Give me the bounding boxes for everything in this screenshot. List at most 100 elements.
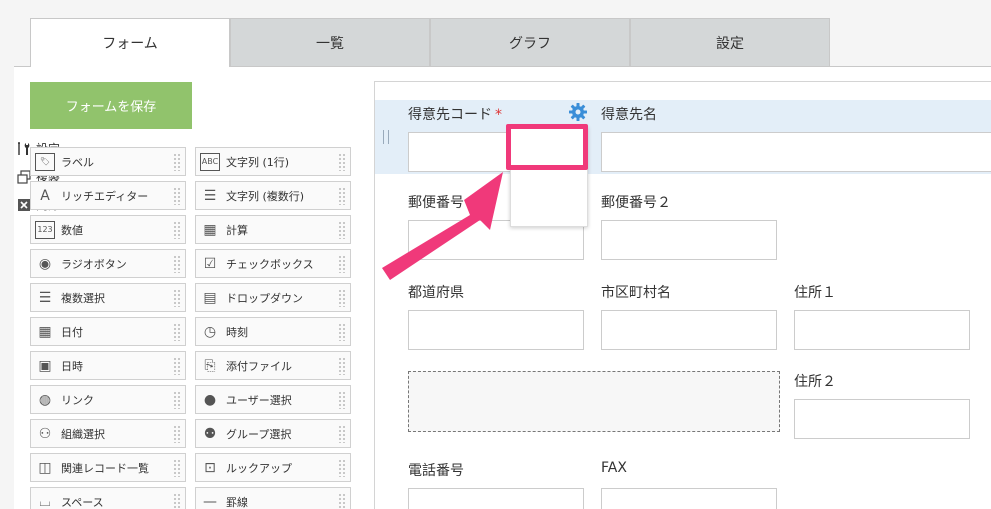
palette-item-clock[interactable]: ◷ 時刻 — [195, 317, 351, 346]
field-label-customer-name: 得意先名 — [601, 107, 657, 123]
drag-grip-icon[interactable] — [338, 391, 346, 409]
palette-item-calendar-clock[interactable]: ▣ 日時 — [30, 351, 186, 380]
palette-item-line[interactable]: — 罫線 — [195, 487, 351, 509]
field-label-postal1: 郵便番号 — [408, 195, 464, 211]
palette-item-radio[interactable]: ◉ ラジオボタン — [30, 249, 186, 278]
required-mark: * — [495, 107, 502, 123]
palette-item-label: ドロップダウン — [226, 291, 303, 305]
palette-item-dropdown[interactable]: ▤ ドロップダウン — [195, 283, 351, 312]
globe-icon: ◍ — [38, 391, 52, 408]
drag-grip-icon[interactable] — [338, 425, 346, 443]
field-label-prefecture: 都道府県 — [408, 285, 464, 301]
field-label-postal2: 郵便番号２ — [601, 195, 671, 211]
drag-grip-icon[interactable] — [173, 323, 181, 341]
palette-item-label: 関連レコード一覧 — [61, 461, 149, 475]
palette-item-label: 日時 — [61, 359, 83, 373]
palette-item-label: 複数選択 — [61, 291, 105, 305]
drag-grip-icon[interactable] — [173, 255, 181, 273]
palette-item-label: リンク — [61, 393, 94, 407]
drag-grip-icon[interactable] — [173, 221, 181, 239]
checkbox-icon: ☑ — [203, 255, 217, 272]
drag-grip-icon[interactable] — [338, 459, 346, 477]
palette-item-space[interactable]: ⌴ スペース — [30, 487, 186, 509]
palette-item-globe[interactable]: ◍ リンク — [30, 385, 186, 414]
text-single-icon: ABC — [200, 152, 220, 171]
calendar-icon: ▦ — [38, 323, 52, 340]
palette-item-label: 添付ファイル — [226, 359, 292, 373]
multi-select-icon: ☰ — [38, 289, 52, 306]
prefecture-input[interactable] — [408, 310, 584, 350]
drag-grip-icon[interactable] — [338, 357, 346, 375]
palette-item-user[interactable]: ● ユーザー選択 — [195, 385, 351, 414]
palette-item-label: リッチエディター — [61, 189, 149, 203]
drag-grip-icon[interactable] — [338, 289, 346, 307]
drag-grip-icon[interactable] — [173, 357, 181, 375]
city-input[interactable] — [601, 310, 777, 350]
drag-grip-icon[interactable] — [173, 187, 181, 205]
drag-grip-icon[interactable] — [338, 153, 346, 171]
palette-item-label: グループ選択 — [226, 427, 292, 441]
drag-grip-icon[interactable] — [338, 221, 346, 239]
palette-item-tag[interactable]: 🏷 ラベル — [30, 147, 186, 176]
tab-settings[interactable]: 設定 — [630, 18, 830, 66]
field-label-fax: FAX — [601, 460, 627, 476]
drag-grip-icon[interactable] — [173, 289, 181, 307]
tab-graph[interactable]: グラフ — [430, 18, 630, 66]
palette-item-label: 日付 — [61, 325, 83, 339]
palette-item-paperclip[interactable]: ⎘ 添付ファイル — [195, 351, 351, 380]
field-label-address1: 住所１ — [794, 285, 836, 301]
drag-grip-icon[interactable] — [173, 493, 181, 509]
palette-item-label: チェックボックス — [226, 257, 314, 271]
palette-item-group[interactable]: ⚉ グループ選択 — [195, 419, 351, 448]
palette-item-org[interactable]: ⚇ 組織選択 — [30, 419, 186, 448]
palette-item-label: 罫線 — [226, 495, 248, 509]
drag-grip-icon[interactable] — [338, 255, 346, 273]
palette-item-calculator[interactable]: ▦ 計算 — [195, 215, 351, 244]
line-icon: — — [203, 493, 217, 509]
palette-item-multi-select[interactable]: ☰ 複数選択 — [30, 283, 186, 312]
drag-grip-icon[interactable] — [338, 493, 346, 509]
palette-item-number[interactable]: 123 数値 — [30, 215, 186, 244]
tab-bar: フォーム 一覧 グラフ 設定 — [30, 18, 830, 67]
palette-item-rich-editor[interactable]: A リッチエディター — [30, 181, 186, 210]
space-icon: ⌴ — [39, 493, 51, 509]
address2-input[interactable] — [794, 399, 970, 439]
gear-icon[interactable] — [568, 102, 588, 122]
palette-item-text-multi[interactable]: ☰ 文字列 (複数行) — [195, 181, 351, 210]
drag-grip-icon[interactable] — [173, 425, 181, 443]
blank-space-field[interactable] — [408, 371, 780, 432]
field-label-city: 市区町村名 — [601, 285, 671, 301]
palette-item-label: ラベル — [61, 155, 94, 169]
palette-item-checkbox[interactable]: ☑ チェックボックス — [195, 249, 351, 278]
calculator-icon: ▦ — [203, 221, 217, 238]
palette-item-lookup[interactable]: ⊡ ルックアップ — [195, 453, 351, 482]
row-drag-handle[interactable] — [383, 130, 389, 144]
related-records-icon: ◫ — [38, 459, 52, 476]
org-icon: ⚇ — [38, 425, 52, 442]
drag-grip-icon[interactable] — [173, 153, 181, 171]
postal2-input[interactable] — [601, 220, 777, 260]
lookup-icon: ⊡ — [204, 459, 216, 476]
palette-item-text-single[interactable]: ABC 文字列 (1行) — [195, 147, 351, 176]
drag-grip-icon[interactable] — [173, 459, 181, 477]
field-label-customer-code: 得意先コード * — [408, 107, 502, 123]
palette-item-label: 文字列 (複数行) — [226, 189, 305, 203]
save-form-button[interactable]: フォームを保存 — [30, 82, 192, 129]
address1-input[interactable] — [794, 310, 970, 350]
tag-icon: 🏷 — [35, 152, 55, 171]
palette-item-label: 組織選択 — [61, 427, 105, 441]
palette-item-calendar[interactable]: ▦ 日付 — [30, 317, 186, 346]
phone-input[interactable] — [408, 488, 584, 509]
fax-input[interactable] — [601, 488, 777, 509]
rich-editor-icon: A — [40, 187, 50, 204]
field-label-address2: 住所２ — [794, 374, 836, 390]
palette-item-label: 数値 — [61, 223, 83, 237]
drag-grip-icon[interactable] — [338, 323, 346, 341]
text-multi-icon: ☰ — [203, 187, 217, 204]
tab-list[interactable]: 一覧 — [230, 18, 430, 66]
customer-name-input[interactable] — [601, 132, 991, 172]
drag-grip-icon[interactable] — [338, 187, 346, 205]
drag-grip-icon[interactable] — [173, 391, 181, 409]
tab-form[interactable]: フォーム — [30, 18, 230, 67]
palette-item-related-records[interactable]: ◫ 関連レコード一覧 — [30, 453, 186, 482]
